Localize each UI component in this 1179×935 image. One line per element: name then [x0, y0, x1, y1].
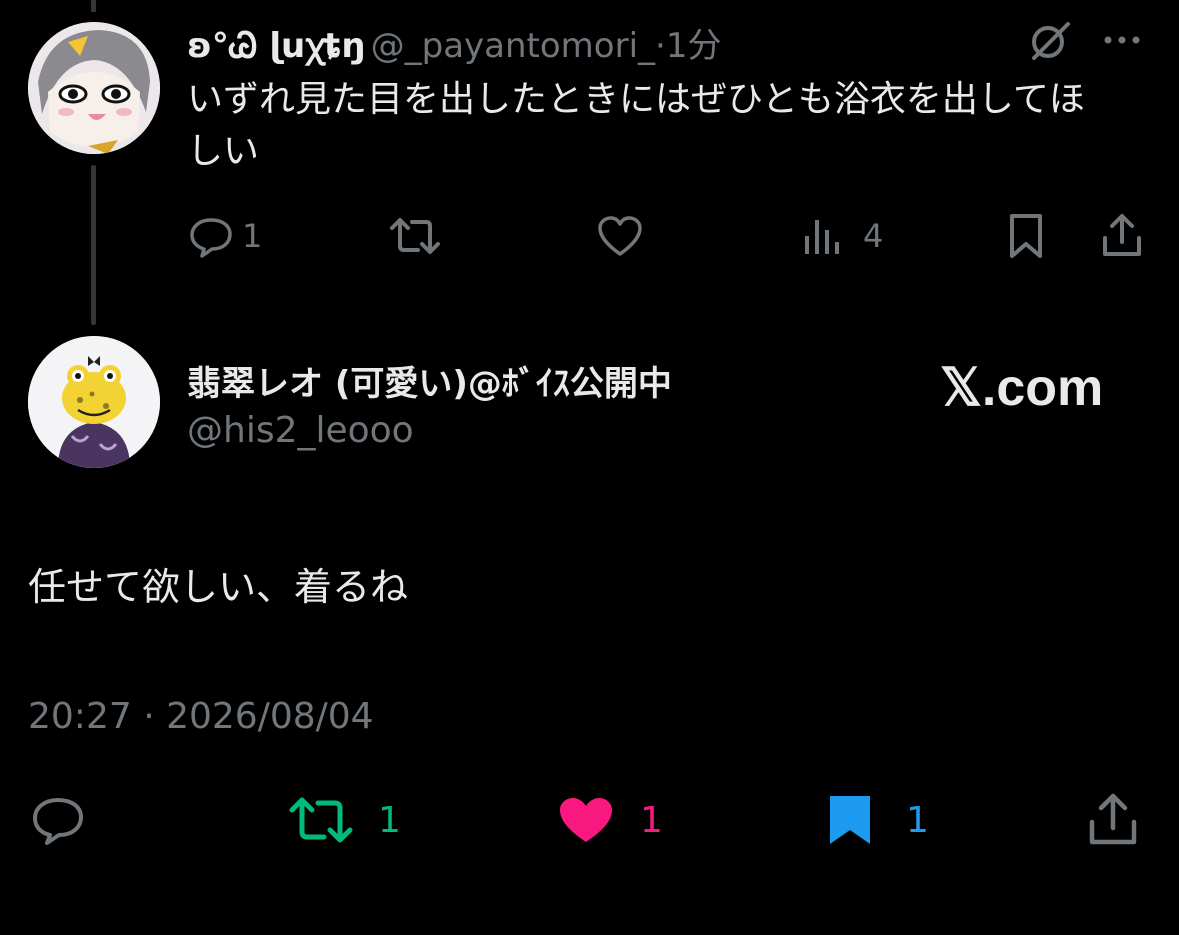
repost-count: 1	[378, 799, 401, 841]
reply-to-bookmark-button[interactable]	[1006, 212, 1046, 260]
bookmark-icon	[826, 792, 874, 848]
main-reply-button[interactable]	[30, 794, 86, 846]
x-com-watermark: 𝕏.com	[940, 359, 1104, 417]
share-icon	[1100, 212, 1144, 260]
views-icon	[803, 214, 843, 258]
reply-to-header: ʚ°Ꮚ ɭuꭓȶŋ @_payantomori_·1分	[187, 18, 721, 67]
share-icon	[1086, 792, 1140, 848]
main-repost-button[interactable]: 1	[288, 794, 401, 846]
reply-icon	[30, 794, 86, 846]
reply-to-reply-button[interactable]: 1	[188, 214, 262, 258]
reply-count: 1	[242, 217, 263, 255]
main-share-button[interactable]	[1086, 792, 1140, 848]
reply-to-handle[interactable]: @_payantomori_	[371, 26, 655, 66]
reply-to-repost-button[interactable]	[388, 214, 442, 258]
bookmark-count: 1	[906, 799, 929, 841]
reply-to-share-button[interactable]	[1100, 212, 1144, 260]
views-count: 4	[863, 217, 884, 255]
main-timestamp[interactable]: 20:27 · 2026/08/04	[28, 696, 374, 737]
bookmark-icon	[1006, 212, 1046, 260]
more-icon[interactable]	[1100, 28, 1144, 52]
main-like-button[interactable]: 1	[556, 794, 663, 846]
reply-icon	[188, 214, 234, 258]
reply-to-views-button[interactable]: 4	[803, 214, 883, 258]
main-bookmark-button[interactable]: 1	[826, 792, 929, 848]
reply-to-time[interactable]: ·1分	[655, 26, 721, 66]
reply-to-display-name[interactable]: ʚ°Ꮚ ɭuꭓȶŋ	[187, 26, 366, 66]
reply-to-like-button[interactable]	[596, 214, 644, 258]
reply-to-text: いずれ見た目を出したときにはぜひとも浴衣を出してほしい	[187, 79, 1085, 172]
thread-line-top	[91, 0, 96, 12]
like-icon	[556, 794, 616, 846]
grok-icon[interactable]	[1028, 20, 1072, 64]
repost-icon	[288, 794, 354, 846]
like-icon	[596, 214, 644, 258]
thread-line	[91, 165, 96, 325]
like-count: 1	[640, 799, 663, 841]
main-handle[interactable]: @his2_leooo	[187, 410, 414, 451]
main-display-name[interactable]: 翡翠レオ (可愛い)@ﾎﾞｲｽ公開中	[187, 356, 672, 405]
avatar-his2-leooo[interactable]	[28, 336, 160, 468]
main-text: 任せて欲しい、着るね	[28, 565, 409, 609]
avatar-payantomori[interactable]	[28, 22, 160, 154]
repost-icon	[388, 214, 442, 258]
